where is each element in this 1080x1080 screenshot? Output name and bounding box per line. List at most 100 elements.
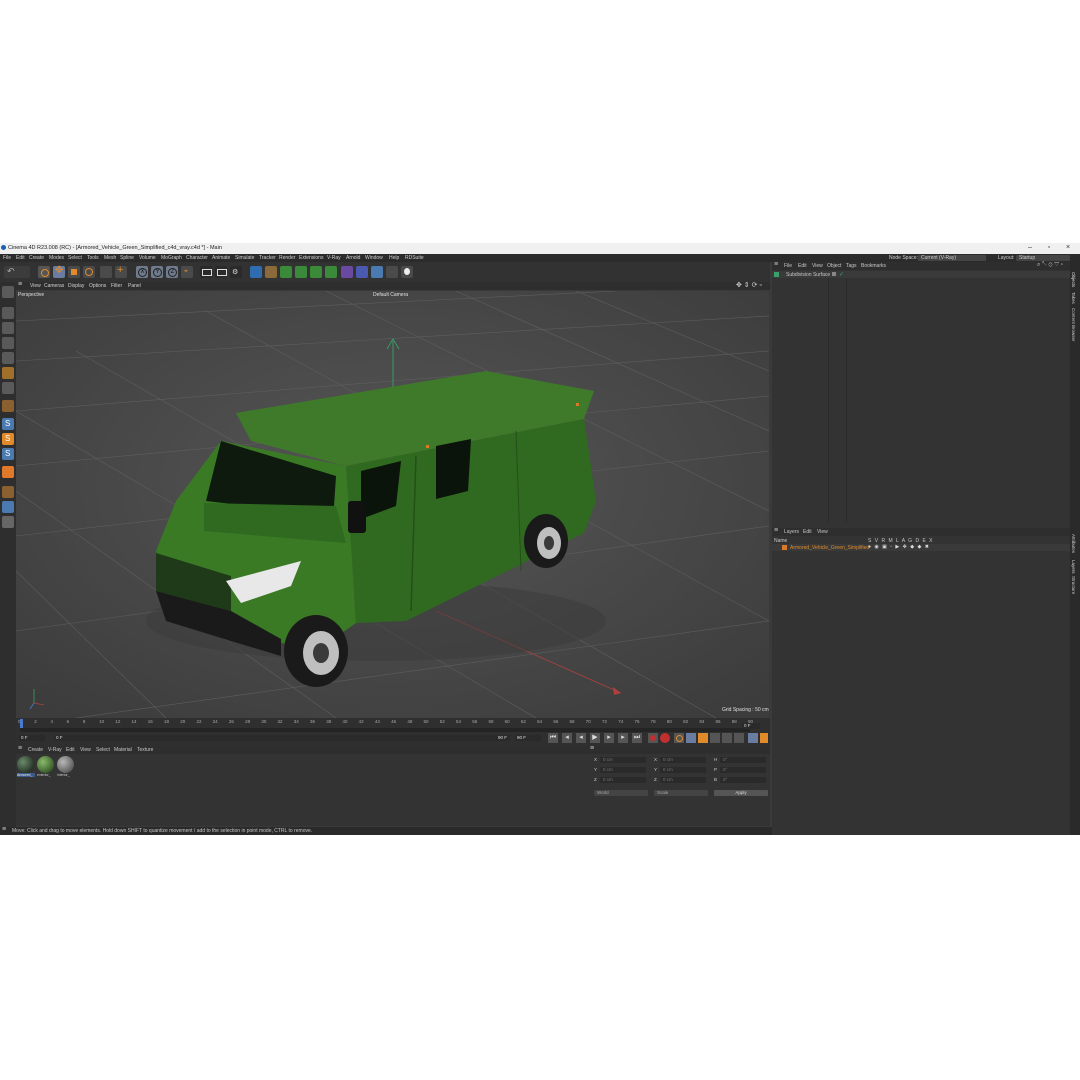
coordinate-field[interactable]: 0 cm [600,757,646,763]
menu-help[interactable]: Help [389,255,399,261]
layout-dropdown[interactable]: Startup [1016,255,1070,261]
motion-path-icon[interactable] [748,733,758,743]
coordinate-field[interactable]: 0° [720,767,766,773]
menu-simulate[interactable]: Simulate [235,255,254,261]
layers-hamburger-icon[interactable]: ≡ [774,527,778,534]
texture-mode-icon[interactable] [2,322,14,334]
material-swatch[interactable]: exterior_ [37,756,55,780]
next-frame-icon[interactable]: ▸ [604,733,614,743]
create-axis-icon[interactable]: + [115,264,127,278]
objects-hamburger-icon[interactable]: ≡ [774,261,778,268]
layer-flag-icons[interactable]: ● ◉ ▣ ▫ ▶ ✥ ◆ ◆ ✖ [868,544,930,550]
timeline-layout-icon[interactable] [760,733,768,743]
prev-frame-icon[interactable]: ◂ [576,733,586,743]
preview-start-field[interactable]: 0 F 90 F [54,735,510,741]
viewport-menu-display[interactable]: Display [68,283,84,289]
field-icon[interactable] [356,266,368,278]
objects-menu-object[interactable]: Object [827,263,841,269]
object-visibility-icon[interactable] [832,272,836,276]
viewport-name[interactable]: Perspective [18,292,44,298]
objects-menu-tags[interactable]: Tags [846,263,857,269]
side-tab-attributes[interactable]: Attributes [1071,534,1076,553]
viewport-menu-panel[interactable]: Panel [128,283,141,289]
viewport-menu-view[interactable]: View [30,283,41,289]
make-editable-icon[interactable] [2,286,14,298]
polygons-mode-icon[interactable] [2,382,14,394]
coordinate-field[interactable]: 0 cm [660,757,706,763]
check-icon[interactable]: ✓ [839,271,844,278]
viewport-nav-icon[interactable]: ✥ ⇕ ⟳ ▫ [736,281,762,289]
scale-tool-icon[interactable] [68,266,80,278]
object-row[interactable]: Subdivision Surface ✓ [772,271,1070,278]
close-button[interactable]: × [1064,244,1072,252]
move-tool-icon[interactable]: ✥ [53,265,65,278]
minimize-button[interactable]: – [1026,244,1034,252]
coordinate-field[interactable]: 0° [720,777,766,783]
side-tab-structure[interactable]: Structure [1071,576,1076,594]
live-selection-icon[interactable] [38,266,50,278]
menu-modes[interactable]: Modes [49,255,64,261]
material-menu-texture[interactable]: Texture [137,747,153,753]
coordinates-hamburger-icon[interactable]: ≡ [590,745,594,752]
coordinate-field[interactable]: 0 cm [600,767,646,773]
node-space-dropdown[interactable]: Current (V-Ray) [918,255,986,261]
checker-icon[interactable] [2,486,14,498]
coordinate-field[interactable]: 0° [720,757,766,763]
menu-select[interactable]: Select [68,255,82,261]
points-mode-icon[interactable] [2,352,14,364]
material-menu-select[interactable]: Select [96,747,110,753]
search-icon[interactable]: ⌕ ↖ ⊙ ▽ ▫ [1037,262,1063,269]
material-swatch[interactable]: interior_ [57,756,75,780]
menu-window[interactable]: Window [365,255,383,261]
viewport-3d[interactable]: Perspective Default Camera Grid Spacing … [16,291,769,718]
menu-animate[interactable]: Animate [212,255,230,261]
layer-row[interactable]: Armored_Vehicle_Green_Simplified ● ◉ ▣ ▫… [772,544,1070,551]
menu-spline[interactable]: Spline [120,255,134,261]
viewport-hamburger-icon[interactable]: ≡ [18,281,22,288]
layers-menu-layers[interactable]: Layers [784,529,799,535]
apply-button[interactable]: Apply [714,790,768,796]
material-menu-view[interactable]: View [80,747,91,753]
objects-menu-bookmarks[interactable]: Bookmarks [861,263,886,269]
coordinate-field[interactable]: 0 cm [660,777,706,783]
lock-y-icon[interactable]: Y [151,266,163,278]
pen-icon[interactable] [265,266,277,278]
quantize-icon[interactable]: S [2,448,14,460]
end-frame-field[interactable]: 90 F [515,735,541,741]
coordinate-field[interactable]: 0 cm [660,767,706,773]
material-menu-vray[interactable]: V-Ray [48,747,62,753]
side-tab-layers[interactable]: Layers [1071,560,1076,574]
key-param-icon[interactable] [722,733,732,743]
side-tab-objects[interactable]: Objects [1071,272,1076,287]
objects-menu-file[interactable]: File [784,263,792,269]
menu-mesh[interactable]: Mesh [104,255,116,261]
camera-icon[interactable] [386,266,398,278]
maximize-button[interactable]: ▫ [1045,244,1053,252]
rotate-tool-icon[interactable] [83,266,95,278]
cube-icon[interactable] [250,266,262,278]
menu-arnold[interactable]: Arnold [346,255,360,261]
menu-volume[interactable]: Volume [139,255,156,261]
coordinate-field[interactable]: 0 cm [600,777,646,783]
snap-settings-icon[interactable]: S [2,433,14,445]
lock-z-icon[interactable]: Z [166,266,178,278]
start-frame-field[interactable]: 0 F [19,735,45,741]
render-region-icon[interactable] [200,266,212,278]
material-swatch[interactable]: Armored_ [17,756,35,780]
light-icon[interactable] [401,266,413,278]
boole-icon[interactable] [310,266,322,278]
objects-menu-view[interactable]: View [812,263,823,269]
menu-edit[interactable]: Edit [16,255,25,261]
current-frame-field[interactable]: 0 F [742,723,760,729]
prev-key-icon[interactable]: ◂ [562,733,572,743]
edges-mode-icon[interactable] [2,367,14,379]
model-mode-icon[interactable] [2,307,14,319]
material-menu-create[interactable]: Create [28,747,43,753]
key-position-icon[interactable] [686,733,696,743]
undo-icon[interactable]: ↶ [4,266,30,278]
lock-workplane-icon[interactable] [2,501,14,513]
key-rotation-icon[interactable] [710,733,720,743]
recent-tools-icon[interactable] [100,266,112,278]
viewport-menu-filter[interactable]: Filter [111,283,122,289]
go-to-start-icon[interactable]: ⏮ [548,733,558,743]
